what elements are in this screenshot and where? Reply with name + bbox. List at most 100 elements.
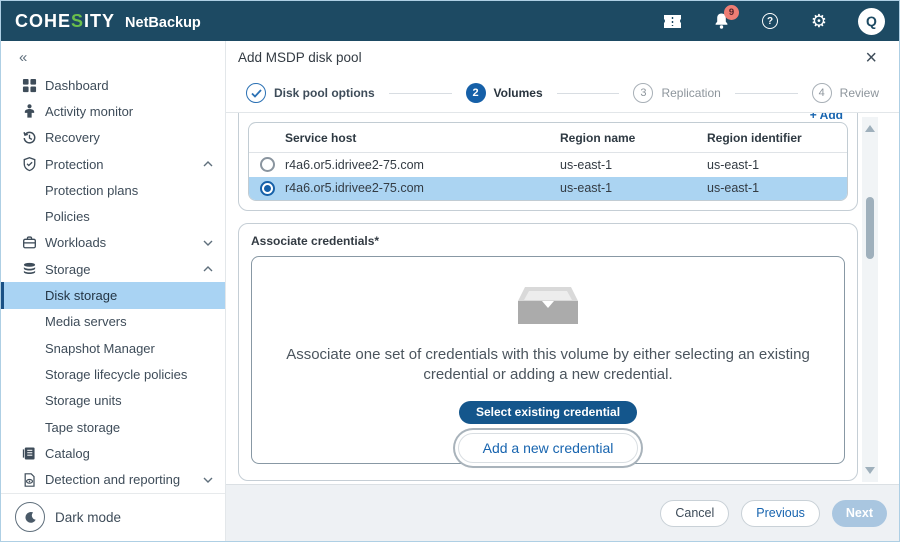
top-bar: COHESITY NetBackup 9 ? ⚙ xyxy=(1,1,899,41)
step-number: 4 xyxy=(812,83,832,103)
notifications-bell-icon[interactable]: 9 xyxy=(711,11,731,31)
sidebar-item-media-servers[interactable]: Media servers xyxy=(1,309,225,335)
sidebar-item-label: Disk storage xyxy=(45,288,117,303)
step-label: Disk pool options xyxy=(274,86,375,100)
chevron-up-icon xyxy=(203,266,213,272)
credentials-description: Associate one set of credentials with th… xyxy=(252,345,844,386)
chevron-down-icon xyxy=(203,477,213,483)
chevron-down-icon xyxy=(203,240,213,246)
step-label: Replication xyxy=(661,86,720,100)
column-header-service-host: Service host xyxy=(285,131,560,145)
column-header-region-name: Region name xyxy=(560,131,707,145)
radio-selected[interactable] xyxy=(260,181,275,196)
step-replication[interactable]: 3 Replication xyxy=(633,83,720,103)
moon-icon xyxy=(15,502,45,532)
sidebar-item-label: Dashboard xyxy=(45,78,109,93)
sidebar-item-policies[interactable]: Policies xyxy=(1,203,225,229)
sidebar-item-label: Activity monitor xyxy=(45,104,133,119)
catalog-book-icon xyxy=(21,445,37,461)
cancel-button[interactable]: Cancel xyxy=(660,500,729,527)
settings-gear-icon[interactable]: ⚙ xyxy=(809,11,829,31)
storage-database-icon xyxy=(21,261,37,277)
dark-mode-label: Dark mode xyxy=(55,510,121,525)
add-msdp-disk-pool-dialog: Add MSDP disk pool × Disk pool options 2… xyxy=(226,41,899,541)
dialog-header: Add MSDP disk pool × xyxy=(226,41,899,74)
step-connector xyxy=(557,93,620,94)
dashboard-icon xyxy=(21,77,37,93)
table-row[interactable]: r4a6.or5.idrivee2-75.com us-east-1 us-ea… xyxy=(249,153,847,177)
previous-button[interactable]: Previous xyxy=(741,500,820,527)
sidebar-item-label: Workloads xyxy=(45,235,106,250)
sidebar-item-label: Storage units xyxy=(45,393,122,408)
sidebar-item-disk-storage[interactable]: Disk storage xyxy=(1,282,225,308)
sidebar-item-storage-units[interactable]: Storage units xyxy=(1,388,225,414)
sidebar-item-label: Media servers xyxy=(45,314,127,329)
sidebar-item-workloads[interactable]: Workloads xyxy=(1,230,225,256)
sidebar-item-storage[interactable]: Storage xyxy=(1,256,225,282)
workloads-briefcase-icon xyxy=(21,235,37,251)
cell-region-name: us-east-1 xyxy=(560,158,707,172)
notification-badge: 9 xyxy=(724,5,739,20)
sidebar-item-label: Recovery xyxy=(45,130,100,145)
step-connector xyxy=(389,93,452,94)
sidebar-item-detection-and-reporting[interactable]: Detection and reporting xyxy=(1,466,225,492)
sidebar-item-recovery[interactable]: Recovery xyxy=(1,125,225,151)
add-volume-link[interactable]: + Add xyxy=(810,113,843,122)
empty-tray-icon xyxy=(517,285,579,325)
product-name: NetBackup xyxy=(125,15,201,31)
sidebar-item-catalog[interactable]: Catalog xyxy=(1,440,225,466)
protection-shield-icon xyxy=(21,156,37,172)
logo-accent: S xyxy=(71,11,84,31)
step-number: 2 xyxy=(466,83,486,103)
scrollbar-thumb[interactable] xyxy=(866,197,874,259)
sidebar-item-label: Detection and reporting xyxy=(45,472,180,487)
user-avatar[interactable]: Q xyxy=(858,8,885,35)
column-header-region-identifier: Region identifier xyxy=(707,131,847,145)
scroll-down-arrow-icon[interactable] xyxy=(865,467,875,474)
sidebar-item-label: Snapshot Manager xyxy=(45,341,155,356)
step-disk-pool-options[interactable]: Disk pool options xyxy=(246,83,375,103)
sidebar: « Dashboard Activity monitor xyxy=(1,41,226,541)
add-new-credential-button[interactable]: Add a new credential xyxy=(458,433,639,463)
sidebar-item-storage-lifecycle-policies[interactable]: Storage lifecycle policies xyxy=(1,361,225,387)
jobs-ticket-icon[interactable] xyxy=(662,11,682,31)
step-label: Volumes xyxy=(494,86,543,100)
select-existing-credential-button[interactable]: Select existing credential xyxy=(459,401,637,424)
associate-credentials-card: Associate credentials* Associate one set… xyxy=(238,223,858,481)
step-label: Review xyxy=(840,86,879,100)
dialog-content: + Add Service host Region name Region id… xyxy=(226,113,899,484)
sidebar-item-label: Protection plans xyxy=(45,183,138,198)
close-icon[interactable]: × xyxy=(865,48,877,68)
sidebar-collapse-icon[interactable]: « xyxy=(1,41,225,72)
cell-service-host: r4a6.or5.idrivee2-75.com xyxy=(285,158,560,172)
sidebar-item-tape-storage[interactable]: Tape storage xyxy=(1,414,225,440)
sidebar-item-protection-plans[interactable]: Protection plans xyxy=(1,177,225,203)
sidebar-item-label: Tape storage xyxy=(45,420,120,435)
activity-monitor-icon xyxy=(21,103,37,119)
detection-report-icon xyxy=(21,472,37,488)
dialog-title: Add MSDP disk pool xyxy=(238,50,362,65)
step-review[interactable]: 4 Review xyxy=(812,83,879,103)
cell-service-host: r4a6.or5.idrivee2-75.com xyxy=(285,181,560,195)
cell-region-name: us-east-1 xyxy=(560,181,707,195)
vertical-scrollbar[interactable] xyxy=(862,117,878,482)
step-volumes[interactable]: 2 Volumes xyxy=(466,83,543,103)
sidebar-item-protection[interactable]: Protection xyxy=(1,151,225,177)
table-header-row: Service host Region name Region identifi… xyxy=(249,123,847,153)
next-button[interactable]: Next xyxy=(832,500,887,527)
logo-part3: ITY xyxy=(84,11,115,31)
logo-part1: COHE xyxy=(15,11,71,31)
sidebar-item-label: Storage xyxy=(45,262,91,277)
app-window: COHESITY NetBackup 9 ? ⚙ xyxy=(0,0,900,542)
radio-unselected[interactable] xyxy=(260,157,275,172)
sidebar-item-snapshot-manager[interactable]: Snapshot Manager xyxy=(1,335,225,361)
cell-region-identifier: us-east-1 xyxy=(707,158,847,172)
sidebar-item-dashboard[interactable]: Dashboard xyxy=(1,72,225,98)
sidebar-item-activity-monitor[interactable]: Activity monitor xyxy=(1,98,225,124)
step-connector xyxy=(735,93,798,94)
scroll-up-arrow-icon[interactable] xyxy=(865,125,875,132)
dark-mode-toggle[interactable]: Dark mode xyxy=(1,493,225,541)
help-icon[interactable]: ? xyxy=(760,11,780,31)
table-row-selected[interactable]: r4a6.or5.idrivee2-75.com us-east-1 us-ea… xyxy=(249,177,847,201)
cohesity-logo: COHESITY xyxy=(15,11,115,32)
